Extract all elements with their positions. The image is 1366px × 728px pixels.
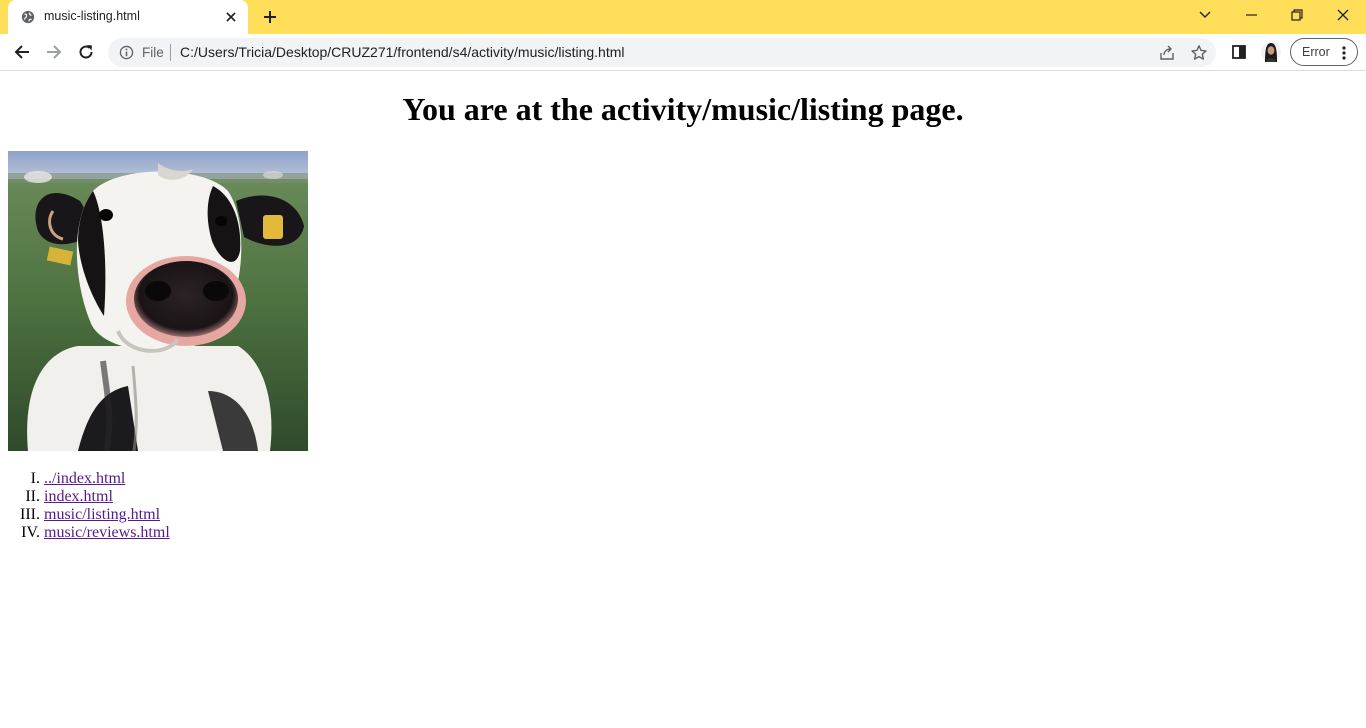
more-options-icon	[1342, 46, 1346, 60]
restore-button[interactable]	[1274, 0, 1320, 30]
list-item: I. ../index.html	[8, 470, 170, 488]
link-music-listing[interactable]: music/listing.html	[44, 506, 160, 524]
list-numeral: IV.	[21, 524, 40, 541]
scheme-label: File	[142, 45, 164, 60]
list-numeral: III.	[20, 506, 40, 523]
side-panel-icon	[1232, 45, 1246, 59]
close-icon	[1337, 9, 1349, 21]
globe-icon	[21, 10, 35, 24]
link-index[interactable]: index.html	[44, 488, 113, 506]
link-list: I. ../index.html II. index.html III. mus…	[8, 470, 170, 542]
list-item: II. index.html	[8, 488, 170, 506]
back-arrow-icon	[14, 45, 29, 59]
list-numeral: II.	[25, 488, 40, 505]
star-icon[interactable]	[1190, 44, 1208, 62]
cow-photo	[8, 151, 308, 451]
url-text[interactable]: C:/Users/Tricia/Desktop/CRUZ271/frontend…	[180, 44, 625, 60]
browser-tab[interactable]: music-listing.html	[8, 0, 248, 34]
minimize-button[interactable]	[1228, 0, 1274, 30]
tab-title: music-listing.html	[44, 9, 140, 23]
address-bar[interactable]: File C:/Users/Tricia/Desktop/CRUZ271/fro…	[108, 38, 1216, 67]
link-parent-index[interactable]: ../index.html	[44, 470, 125, 488]
forward-button[interactable]	[40, 38, 68, 66]
share-icon[interactable]	[1158, 44, 1176, 62]
back-button[interactable]	[8, 38, 36, 66]
side-panel-button[interactable]	[1225, 38, 1253, 66]
reload-button[interactable]	[72, 38, 100, 66]
restore-icon	[1291, 9, 1303, 21]
list-item: III. music/listing.html	[8, 506, 170, 524]
link-music-reviews[interactable]: music/reviews.html	[44, 524, 170, 542]
plus-icon	[264, 11, 276, 23]
close-window-button[interactable]	[1320, 0, 1366, 30]
new-tab-button[interactable]	[258, 5, 282, 29]
forward-arrow-icon	[47, 45, 62, 59]
error-label: Error	[1302, 45, 1330, 59]
tab-close-icon[interactable]	[223, 9, 239, 25]
browser-toolbar: File C:/Users/Tricia/Desktop/CRUZ271/fro…	[0, 34, 1366, 71]
list-numeral: I.	[30, 470, 40, 487]
profile-avatar[interactable]	[1261, 41, 1281, 63]
list-item: IV. music/reviews.html	[8, 524, 170, 542]
info-icon[interactable]	[119, 45, 134, 60]
address-separator	[170, 44, 171, 61]
page-heading: You are at the activity/music/listing pa…	[402, 91, 964, 127]
reload-icon	[79, 45, 93, 59]
minimize-icon	[1245, 14, 1257, 16]
title-bar: music-listing.html	[0, 0, 1366, 34]
profile-error-button[interactable]: Error	[1290, 38, 1358, 66]
tab-search-button[interactable]	[1182, 0, 1228, 30]
chevron-down-icon	[1199, 11, 1211, 18]
